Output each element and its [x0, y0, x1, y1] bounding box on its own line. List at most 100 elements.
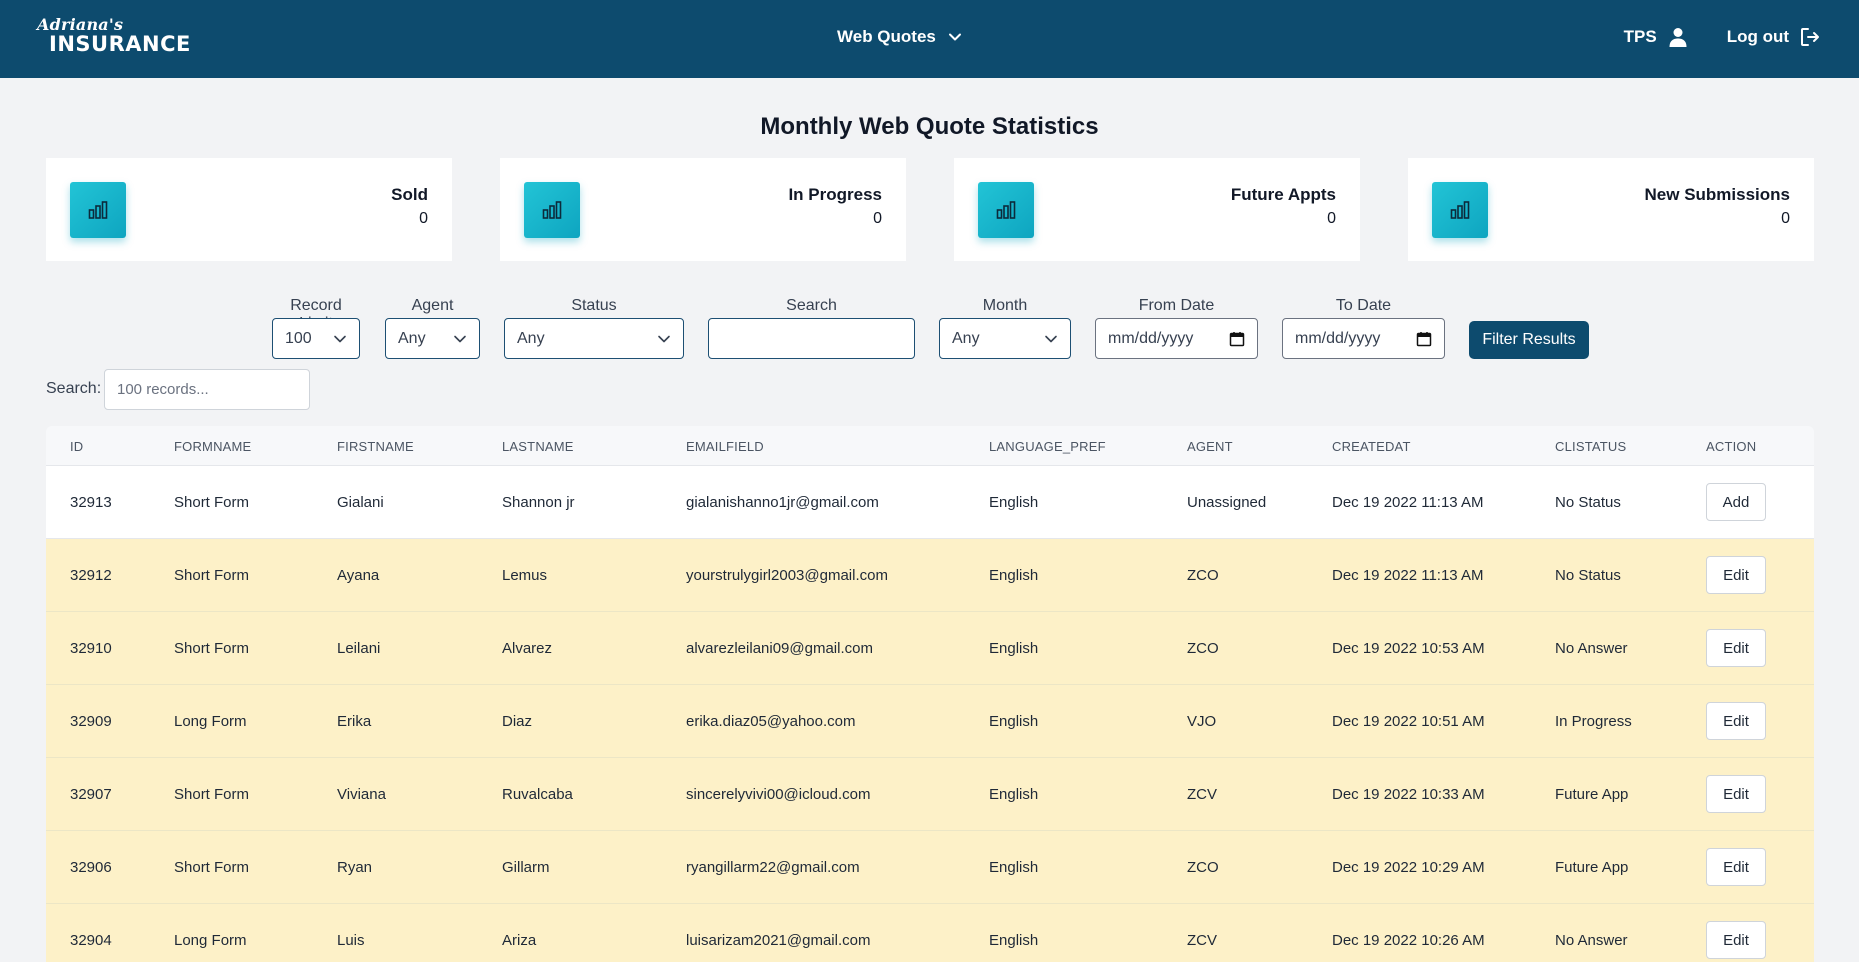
- cell-lastname: Shannon jr: [502, 494, 575, 511]
- cell-lastname: Gillarm: [502, 859, 550, 876]
- user-label: TPS: [1623, 27, 1657, 46]
- cell-lastname: Ariza: [502, 932, 537, 949]
- month-label: Month: [982, 297, 1028, 314]
- cell-id: 32913: [70, 494, 112, 511]
- cell-firstname: Ryan: [337, 859, 373, 876]
- edit-button[interactable]: Edit: [1706, 702, 1766, 740]
- month-select[interactable]: Any: [939, 318, 1071, 359]
- add-button[interactable]: Add: [1706, 483, 1766, 521]
- cell-status: In Progress: [1555, 713, 1632, 730]
- cell-email: alvarezleilani09@gmail.com: [686, 640, 873, 657]
- cell-status: No Status: [1555, 494, 1621, 511]
- cell-language: English: [989, 859, 1039, 876]
- web-quotes-menu[interactable]: Web Quotes: [837, 27, 962, 47]
- cell-email: gialanishanno1jr@gmail.com: [686, 494, 879, 511]
- status-value: Any: [517, 329, 545, 347]
- col-header-clistatus[interactable]: CLISTATUS: [1555, 439, 1626, 454]
- table-row: 32909 Long Form Erika Diaz erika.diaz05@…: [46, 685, 1814, 758]
- from-date-label: From Date: [1138, 297, 1215, 314]
- bar-chart-icon: [978, 182, 1034, 238]
- chevron-down-icon: [334, 335, 346, 343]
- web-quotes-label: Web Quotes: [837, 27, 936, 46]
- table-row: 32913 Short Form Gialani Shannon jr gial…: [46, 466, 1814, 539]
- cell-language: English: [989, 567, 1039, 584]
- search-filter-input[interactable]: [708, 318, 915, 359]
- cell-firstname: Viviana: [337, 786, 386, 803]
- web-quotes-table: ID FORMNAME FIRSTNAME LASTNAME EMAILFIEL…: [46, 426, 1814, 962]
- cell-id: 32910: [70, 640, 112, 657]
- calendar-icon[interactable]: [1229, 331, 1245, 347]
- to-date-input[interactable]: mm/dd/yyyy: [1282, 318, 1445, 359]
- logout-button[interactable]: Log out: [1727, 26, 1821, 48]
- cell-language: English: [989, 640, 1039, 657]
- col-header-createdat[interactable]: CREATEDAT: [1332, 439, 1411, 454]
- stat-label: Sold: [391, 185, 428, 204]
- cell-email: luisarizam2021@gmail.com: [686, 932, 871, 949]
- col-header-language-pref[interactable]: LANGUAGE_PREF: [989, 439, 1106, 454]
- edit-button[interactable]: Edit: [1706, 775, 1766, 813]
- cell-firstname: Ayana: [337, 567, 380, 584]
- cell-formname: Short Form: [174, 859, 250, 876]
- agent-select[interactable]: Any: [385, 318, 480, 359]
- filter-results-button[interactable]: Filter Results: [1469, 321, 1589, 359]
- record-limit-value: 100: [285, 329, 312, 347]
- cell-lastname: Alvarez: [502, 640, 553, 657]
- table-search-placeholder: 100 records...: [117, 381, 209, 398]
- logout-icon: [1801, 28, 1819, 46]
- table-row: 32912 Short Form Ayana Lemus yourstrulyg…: [46, 539, 1814, 612]
- stat-label: New Submissions: [1644, 185, 1790, 204]
- col-header-action: ACTION: [1706, 439, 1757, 454]
- cell-agent: ZCV: [1187, 786, 1217, 803]
- col-header-firstname[interactable]: FIRSTNAME: [337, 439, 414, 454]
- record-limit-select[interactable]: 100: [272, 318, 360, 359]
- cell-formname: Short Form: [174, 786, 250, 803]
- table-row: 32910 Short Form Leilani Alvarez alvarez…: [46, 612, 1814, 685]
- logo[interactable]: Adriana's INSURANCE: [35, 15, 190, 56]
- stat-value: 0: [873, 210, 882, 227]
- edit-button[interactable]: Edit: [1706, 921, 1766, 959]
- cell-status: Future App: [1555, 859, 1629, 876]
- logo-word: INSURANCE: [49, 32, 191, 56]
- edit-button[interactable]: Edit: [1706, 629, 1766, 667]
- chevron-down-icon: [1045, 335, 1057, 343]
- edit-button[interactable]: Edit: [1706, 556, 1766, 594]
- cell-formname: Short Form: [174, 640, 250, 657]
- cell-lastname: Lemus: [502, 567, 548, 584]
- status-select[interactable]: Any: [504, 318, 684, 359]
- stat-card-future-appts: Future Appts 0: [954, 158, 1360, 261]
- stat-card-in-progress: In Progress 0: [500, 158, 906, 261]
- edit-button[interactable]: Edit: [1706, 848, 1766, 886]
- stat-label: In Progress: [788, 185, 882, 204]
- cell-id: 32912: [70, 567, 112, 584]
- cell-status: No Status: [1555, 567, 1621, 584]
- cell-formname: Long Form: [174, 932, 247, 949]
- cell-email: yourstrulygirl2003@gmail.com: [686, 567, 888, 584]
- table-search-input[interactable]: 100 records...: [104, 369, 310, 410]
- cell-firstname: Leilani: [337, 640, 381, 657]
- to-date-label: To Date: [1335, 297, 1392, 314]
- cell-email: sincerelyvivi00@icloud.com: [686, 786, 871, 803]
- bar-chart-icon: [1432, 182, 1488, 238]
- chevron-down-icon: [948, 33, 961, 41]
- cell-agent: VJO: [1187, 713, 1217, 730]
- col-header-lastname[interactable]: LASTNAME: [502, 439, 574, 454]
- calendar-icon[interactable]: [1416, 331, 1432, 347]
- user-menu[interactable]: TPS: [1624, 26, 1689, 48]
- cell-createdat: Dec 19 2022 10:51 AM: [1332, 713, 1485, 730]
- cell-agent: ZCO: [1187, 640, 1219, 657]
- col-header-agent[interactable]: AGENT: [1187, 439, 1233, 454]
- stat-value: 0: [1781, 210, 1790, 227]
- agent-label: Agent: [411, 297, 454, 314]
- bar-chart-icon: [70, 182, 126, 238]
- from-date-input[interactable]: mm/dd/yyyy: [1095, 318, 1258, 359]
- top-navbar: Adriana's INSURANCE Web Quotes TPS Log o…: [0, 0, 1859, 78]
- to-date-placeholder: mm/dd/yyyy: [1295, 329, 1381, 347]
- col-header-id[interactable]: ID: [70, 439, 83, 454]
- cell-id: 32909: [70, 713, 112, 730]
- stat-value: 0: [1327, 210, 1336, 227]
- col-header-formname[interactable]: FORMNAME: [174, 439, 251, 454]
- cell-email: ryangillarm22@gmail.com: [686, 859, 860, 876]
- col-header-emailfield[interactable]: EMAILFIELD: [686, 439, 764, 454]
- agent-value: Any: [398, 329, 426, 347]
- table-search-label: Search:: [46, 380, 102, 397]
